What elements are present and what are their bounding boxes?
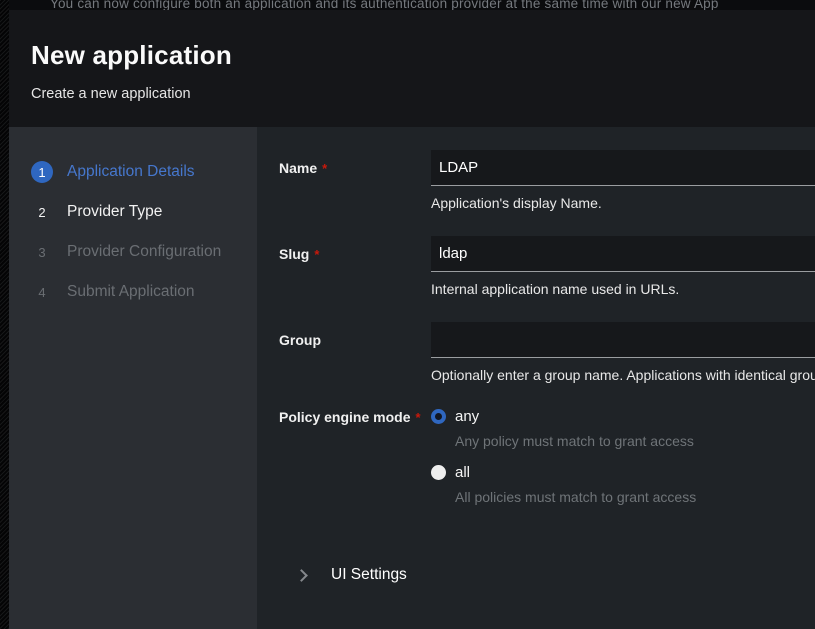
slug-field-label: Slug * <box>279 236 431 297</box>
policy-option-any: any Any policy must match to grant acces… <box>431 408 815 449</box>
slug-field-control: Internal application name used in URLs. <box>431 236 815 297</box>
step-submit-application[interactable]: 4 Submit Application <box>9 272 257 312</box>
modal-title: New application <box>31 40 815 71</box>
policy-engine-mode-row: Policy engine mode * any Any policy must … <box>279 408 815 520</box>
step-label: Provider Configuration <box>67 243 221 261</box>
ui-settings-label: UI Settings <box>331 566 407 584</box>
group-field-control: Optionally enter a group name. Applicati… <box>431 322 815 383</box>
application-details-form: Name * Application's display Name. Slug * … <box>257 127 815 629</box>
name-input[interactable] <box>431 150 815 186</box>
slug-field-row: Slug * Internal application name used in … <box>279 236 815 297</box>
radio-any[interactable]: any <box>431 408 815 425</box>
dimmed-page-background <box>0 0 9 629</box>
group-field-row: Group Optionally enter a group name. App… <box>279 322 815 383</box>
radio-all-help: All policies must match to grant access <box>455 489 815 505</box>
label-text: Group <box>279 332 321 348</box>
label-text: Name <box>279 160 317 176</box>
policy-engine-mode-options: any Any policy must match to grant acces… <box>431 408 815 520</box>
name-field-row: Name * Application's display Name. <box>279 150 815 211</box>
background-banner: You can now configure both an applicatio… <box>9 0 815 10</box>
step-provider-configuration[interactable]: 3 Provider Configuration <box>9 232 257 272</box>
group-field-label: Group <box>279 322 431 383</box>
required-indicator: * <box>314 247 319 262</box>
radio-any-help: Any policy must match to grant access <box>455 433 815 449</box>
radio-all-label[interactable]: all <box>455 464 470 481</box>
step-label: Provider Type <box>67 203 162 221</box>
step-application-details[interactable]: 1 Application Details <box>9 152 257 192</box>
group-input[interactable] <box>431 322 815 358</box>
step-number-badge: 3 <box>31 241 53 263</box>
chevron-right-icon <box>295 569 308 582</box>
wizard-step-nav: 1 Application Details 2 Provider Type 3 … <box>9 127 257 629</box>
modal-subtitle: Create a new application <box>31 86 815 102</box>
step-provider-type[interactable]: 2 Provider Type <box>9 192 257 232</box>
group-field-help: Optionally enter a group name. Applicati… <box>431 367 815 383</box>
modal-body: 1 Application Details 2 Provider Type 3 … <box>9 127 815 629</box>
step-number-badge: 4 <box>31 281 53 303</box>
required-indicator: * <box>322 161 327 176</box>
step-label: Application Details <box>67 163 195 181</box>
step-label: Submit Application <box>67 283 195 301</box>
step-number-badge: 1 <box>31 161 53 183</box>
radio-button-icon[interactable] <box>431 465 446 480</box>
radio-all[interactable]: all <box>431 464 815 481</box>
policy-option-all: all All policies must match to grant acc… <box>431 464 815 505</box>
slug-input[interactable] <box>431 236 815 272</box>
step-number-badge: 2 <box>31 201 53 223</box>
name-field-help: Application's display Name. <box>431 195 815 211</box>
radio-button-icon[interactable] <box>431 409 446 424</box>
banner-text: You can now configure both an applicatio… <box>50 0 719 10</box>
required-indicator: * <box>415 410 420 425</box>
new-application-modal: New application Create a new application… <box>9 10 815 629</box>
modal-header: New application Create a new application <box>9 10 815 127</box>
label-text: Policy engine mode <box>279 409 410 425</box>
policy-engine-mode-label: Policy engine mode * <box>279 408 431 520</box>
radio-any-label[interactable]: any <box>455 408 479 425</box>
label-text: Slug <box>279 246 309 262</box>
name-field-label: Name * <box>279 150 431 211</box>
slug-field-help: Internal application name used in URLs. <box>431 281 815 297</box>
name-field-control: Application's display Name. <box>431 150 815 211</box>
ui-settings-expander[interactable]: UI Settings <box>279 566 815 584</box>
